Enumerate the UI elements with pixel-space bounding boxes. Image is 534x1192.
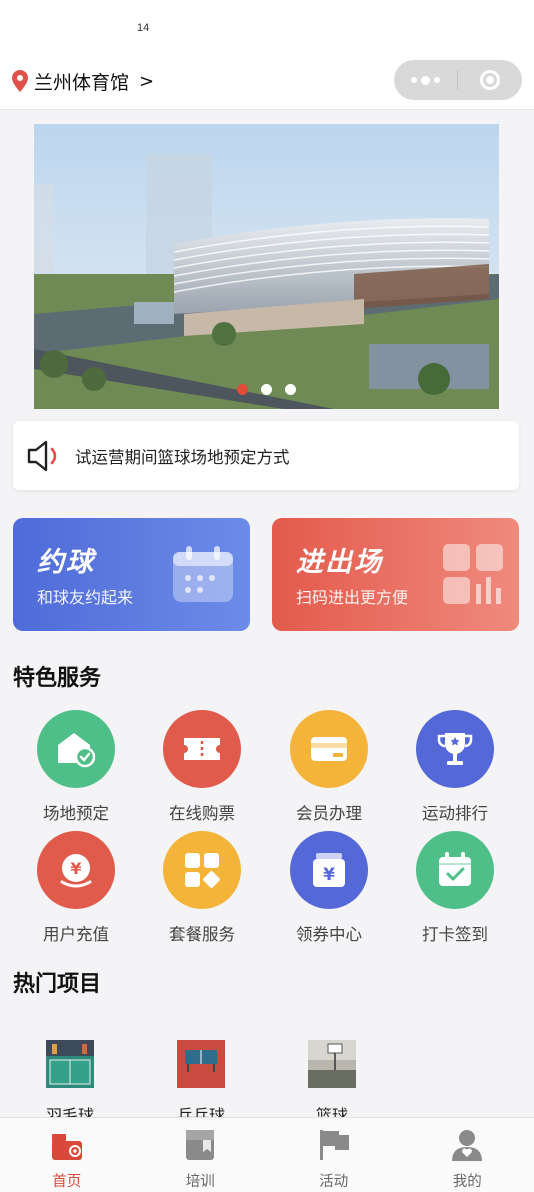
tab-label: 首页 bbox=[52, 1174, 82, 1190]
tab-label: 培训 bbox=[185, 1174, 215, 1190]
home-icon bbox=[51, 1134, 82, 1160]
hot-item-basketball[interactable]: 篮球 bbox=[282, 1040, 382, 1126]
banner-pagination bbox=[34, 384, 499, 395]
location-selector[interactable]: 兰州体育馆 > bbox=[12, 66, 154, 96]
card-icon bbox=[290, 710, 368, 788]
service-label: 会员办理 bbox=[296, 804, 362, 823]
service-label: 运动排行 bbox=[422, 804, 488, 823]
hot-item-table-tennis[interactable]: 乒乓球 bbox=[151, 1040, 251, 1126]
services-section-title: 特色服务 bbox=[13, 666, 102, 691]
service-ranking[interactable]: 运动排行 bbox=[405, 710, 505, 824]
notice-text: 试运营期间篮球场地预定方式 bbox=[75, 447, 290, 467]
service-label: 打卡签到 bbox=[422, 925, 488, 944]
service-label: 场地预定 bbox=[43, 804, 109, 823]
coupon-icon: ¥ bbox=[290, 831, 368, 909]
banner-dot[interactable] bbox=[261, 384, 272, 395]
tab-label: 我的 bbox=[452, 1174, 482, 1190]
entry-card-title: 进出场 bbox=[296, 547, 383, 578]
calendar-icon bbox=[173, 546, 233, 602]
location-name: 兰州体育馆 bbox=[34, 71, 130, 94]
calendar-check-icon bbox=[416, 831, 494, 909]
status-bar: 14 bbox=[0, 0, 534, 52]
svg-text:¥: ¥ bbox=[323, 865, 335, 885]
user-icon bbox=[452, 1130, 483, 1161]
service-label: 套餐服务 bbox=[169, 925, 235, 944]
grid-icon bbox=[443, 544, 503, 604]
tab-training[interactable]: 培训 bbox=[134, 1118, 268, 1192]
table-tennis-thumb bbox=[177, 1040, 225, 1088]
badminton-court-thumb bbox=[46, 1040, 94, 1088]
entry-card[interactable]: 进出场 扫码进出更方便 bbox=[272, 518, 519, 631]
service-checkin[interactable]: 打卡签到 bbox=[405, 831, 505, 945]
notice-bar[interactable]: 试运营期间篮球场地预定方式 bbox=[13, 421, 519, 490]
bottom-tabbar: 首页 培训 活动 我的 bbox=[0, 1117, 534, 1192]
service-ticket[interactable]: 在线购票 bbox=[152, 710, 252, 824]
tab-mine[interactable]: 我的 bbox=[401, 1118, 534, 1192]
meetup-card-title: 约球 bbox=[37, 547, 95, 578]
hot-item-badminton[interactable]: 羽毛球 bbox=[20, 1040, 120, 1126]
status-time: 14 bbox=[137, 22, 150, 34]
yuan-coin-icon: ¥ bbox=[37, 831, 115, 909]
miniapp-capsule bbox=[394, 60, 522, 100]
svg-text:¥: ¥ bbox=[70, 859, 81, 878]
location-arrow: > bbox=[139, 70, 155, 92]
banner-carousel[interactable] bbox=[34, 124, 499, 409]
service-venue-booking[interactable]: 场地预定 bbox=[26, 710, 126, 824]
meetup-card[interactable]: 约球 和球友约起来 bbox=[13, 518, 250, 631]
entry-card-subtitle: 扫码进出更方便 bbox=[296, 588, 409, 607]
banner-dot[interactable] bbox=[285, 384, 296, 395]
close-miniapp-icon[interactable] bbox=[458, 60, 521, 100]
hot-section-title: 热门项目 bbox=[13, 972, 102, 997]
more-icon[interactable] bbox=[394, 60, 457, 100]
ticket-icon bbox=[163, 710, 241, 788]
service-label: 用户充值 bbox=[43, 925, 109, 944]
location-pin-icon bbox=[12, 70, 28, 92]
flag-icon bbox=[319, 1130, 349, 1160]
stadium-banner-image bbox=[34, 124, 499, 409]
trophy-icon bbox=[416, 710, 494, 788]
meetup-card-subtitle: 和球友约起来 bbox=[37, 588, 134, 607]
basketball-court-thumb bbox=[308, 1040, 356, 1088]
service-coupons[interactable]: ¥ 领券中心 bbox=[279, 831, 379, 945]
tab-label: 活动 bbox=[319, 1174, 349, 1190]
nav-bar: 兰州体育馆 > bbox=[0, 52, 534, 110]
service-recharge[interactable]: ¥ 用户充值 bbox=[26, 831, 126, 945]
tab-home[interactable]: 首页 bbox=[0, 1118, 134, 1192]
service-packages[interactable]: 套餐服务 bbox=[152, 831, 252, 945]
venue-check-icon bbox=[37, 710, 115, 788]
speaker-icon bbox=[27, 440, 57, 471]
service-label: 领券中心 bbox=[296, 925, 362, 944]
tab-activity[interactable]: 活动 bbox=[267, 1118, 401, 1192]
banner-dot[interactable] bbox=[237, 384, 248, 395]
service-label: 在线购票 bbox=[169, 804, 235, 823]
service-membership[interactable]: 会员办理 bbox=[279, 710, 379, 824]
training-icon bbox=[186, 1130, 215, 1160]
blocks-icon bbox=[163, 831, 241, 909]
